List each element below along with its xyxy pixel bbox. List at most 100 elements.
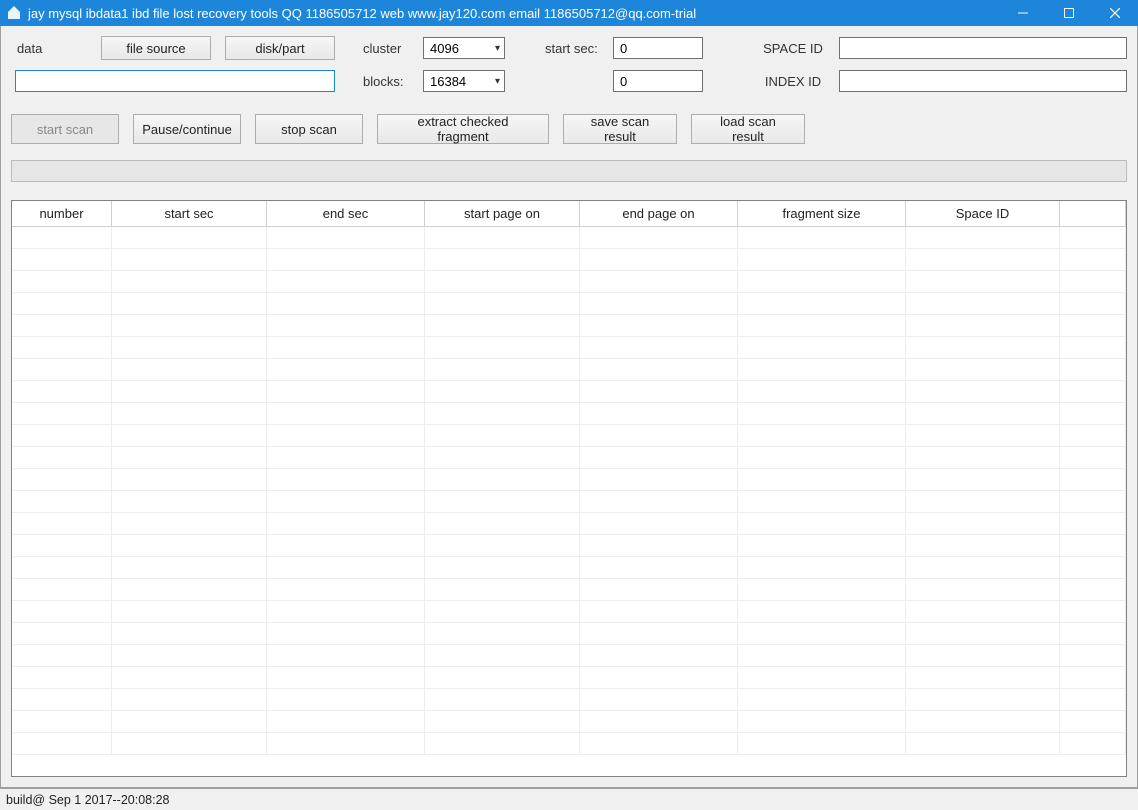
stop-scan-button[interactable]: stop scan [255,114,363,144]
col-space-id[interactable]: Space ID [906,201,1060,226]
col-start-sec[interactable]: start sec [112,201,267,226]
table-row[interactable] [12,381,1126,403]
table-cell [580,601,738,623]
table-cell [12,689,112,711]
table-cell [1060,667,1126,689]
disk-part-label: disk/part [255,41,304,56]
table-cell [12,711,112,733]
table-row[interactable] [12,227,1126,249]
table-row[interactable] [12,337,1126,359]
table-cell [112,491,267,513]
table-cell [1060,535,1126,557]
table-row[interactable] [12,469,1126,491]
close-button[interactable] [1092,0,1138,26]
table-cell [580,425,738,447]
table-row[interactable] [12,733,1126,755]
col-number[interactable]: number [12,201,112,226]
table-cell [267,425,425,447]
table-cell [580,689,738,711]
table-cell [580,469,738,491]
cluster-label: cluster [363,41,423,56]
pause-continue-button[interactable]: Pause/continue [133,114,241,144]
status-text: build@ Sep 1 2017--20:08:28 [6,793,170,807]
maximize-button[interactable] [1046,0,1092,26]
table-cell [112,469,267,491]
table-cell [112,535,267,557]
col-end-page-on[interactable]: end page on [580,201,738,226]
table-cell [12,667,112,689]
table-cell [738,469,906,491]
table-row[interactable] [12,293,1126,315]
table-cell [580,271,738,293]
start-sec-input[interactable] [613,37,703,59]
table-row[interactable] [12,271,1126,293]
save-scan-result-button[interactable]: save scan result [563,114,677,144]
app-icon [6,5,22,21]
index-id-input[interactable] [839,70,1127,92]
table-cell [267,689,425,711]
table-cell [267,623,425,645]
table-cell [425,359,580,381]
table-row[interactable] [12,579,1126,601]
table-row[interactable] [12,403,1126,425]
table-cell [267,601,425,623]
table-row[interactable] [12,249,1126,271]
space-id-label: SPACE ID [753,41,833,56]
table-cell [112,425,267,447]
table-cell [738,315,906,337]
table-cell [425,469,580,491]
table-row[interactable] [12,315,1126,337]
file-source-button[interactable]: file source [101,36,211,60]
start-sec-input-2[interactable] [613,70,703,92]
table-row[interactable] [12,711,1126,733]
table-cell [267,249,425,271]
table-cell [267,293,425,315]
table-cell [267,491,425,513]
col-end-sec[interactable]: end sec [267,201,425,226]
table-row[interactable] [12,645,1126,667]
table-cell [112,337,267,359]
disk-part-button[interactable]: disk/part [225,36,335,60]
table-cell [580,337,738,359]
table-row[interactable] [12,601,1126,623]
table-cell [580,227,738,249]
table-cell [267,645,425,667]
params-row-2: blocks: 16384 ▾ INDEX ID [11,70,1127,92]
table-row[interactable] [12,513,1126,535]
cluster-select[interactable]: 4096 ▾ [423,37,505,59]
minimize-button[interactable] [1000,0,1046,26]
scan-toolbar: start scan Pause/continue stop scan extr… [11,114,1127,144]
table-cell [738,425,906,447]
table-cell [425,513,580,535]
table-cell [12,403,112,425]
data-label: data [11,41,101,56]
table-row[interactable] [12,623,1126,645]
extract-checked-button[interactable]: extract checked fragment [377,114,549,144]
table-cell [580,623,738,645]
start-scan-button[interactable]: start scan [11,114,119,144]
table-cell [112,579,267,601]
table-cell [580,733,738,755]
table-row[interactable] [12,359,1126,381]
table-row[interactable] [12,689,1126,711]
table-cell [267,315,425,337]
table-cell [580,315,738,337]
table-cell [1060,249,1126,271]
table-cell [425,733,580,755]
table-cell [112,315,267,337]
table-row[interactable] [12,557,1126,579]
load-scan-result-button[interactable]: load scan result [691,114,805,144]
table-row[interactable] [12,447,1126,469]
blocks-select[interactable]: 16384 ▾ [423,70,505,92]
table-row[interactable] [12,535,1126,557]
table-cell [425,645,580,667]
col-fragment-size[interactable]: fragment size [738,201,906,226]
space-id-input[interactable] [839,37,1127,59]
table-cell [425,711,580,733]
data-path-input[interactable] [15,70,335,92]
table-cell [12,623,112,645]
table-row[interactable] [12,425,1126,447]
table-row[interactable] [12,491,1126,513]
table-row[interactable] [12,667,1126,689]
col-start-page-on[interactable]: start page on [425,201,580,226]
